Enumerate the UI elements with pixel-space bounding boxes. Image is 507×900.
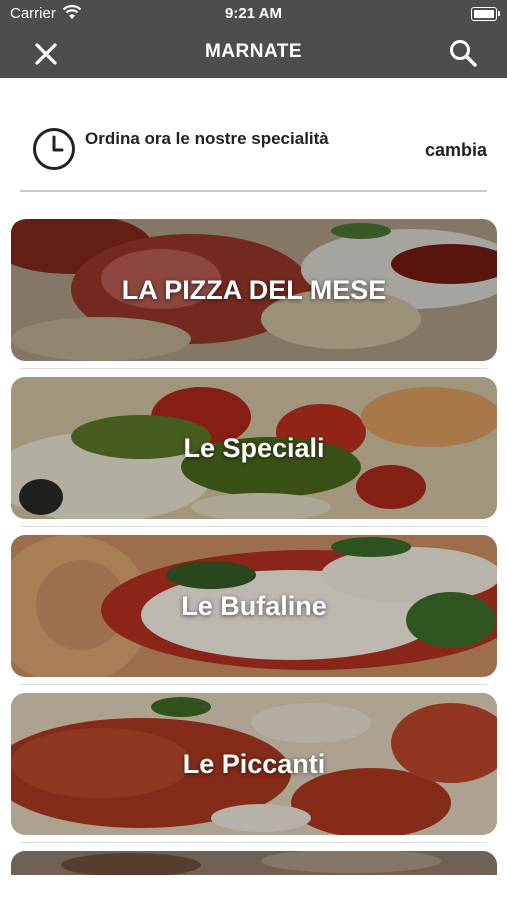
- battery-icon: [471, 7, 500, 21]
- status-bar: Carrier 9:21 AM: [0, 0, 507, 28]
- status-time: 9:21 AM: [225, 5, 282, 22]
- divider: [20, 190, 487, 192]
- clock-icon: [33, 128, 75, 170]
- change-button[interactable]: cambia: [425, 140, 487, 161]
- category-card-partial[interactable]: [11, 851, 497, 875]
- divider: [20, 842, 487, 843]
- order-text: Ordina ora le nostre specialità: [85, 129, 329, 148]
- order-row: Ordina ora le nostre specialità cambia: [20, 115, 487, 190]
- category-label: Le Speciali: [183, 432, 325, 463]
- page-title: MARNATE: [204, 41, 303, 62]
- category-card-bufaline[interactable]: Le Bufaline: [11, 535, 497, 677]
- divider: [20, 526, 487, 527]
- search-icon[interactable]: [447, 37, 479, 69]
- category-card-speciali[interactable]: Le Speciali: [11, 377, 497, 519]
- category-label: LA PIZZA DEL MESE: [121, 274, 387, 305]
- divider: [20, 684, 487, 685]
- category-card-piccanti[interactable]: Le Piccanti: [11, 693, 497, 835]
- nav-bar: MARNATE: [0, 28, 507, 78]
- category-card-pizza-del-mese[interactable]: LA PIZZA DEL MESE: [11, 219, 497, 361]
- pizza-image: [11, 851, 497, 875]
- category-label: Le Bufaline: [181, 590, 327, 621]
- category-label: Le Piccanti: [182, 748, 326, 779]
- divider: [20, 368, 487, 369]
